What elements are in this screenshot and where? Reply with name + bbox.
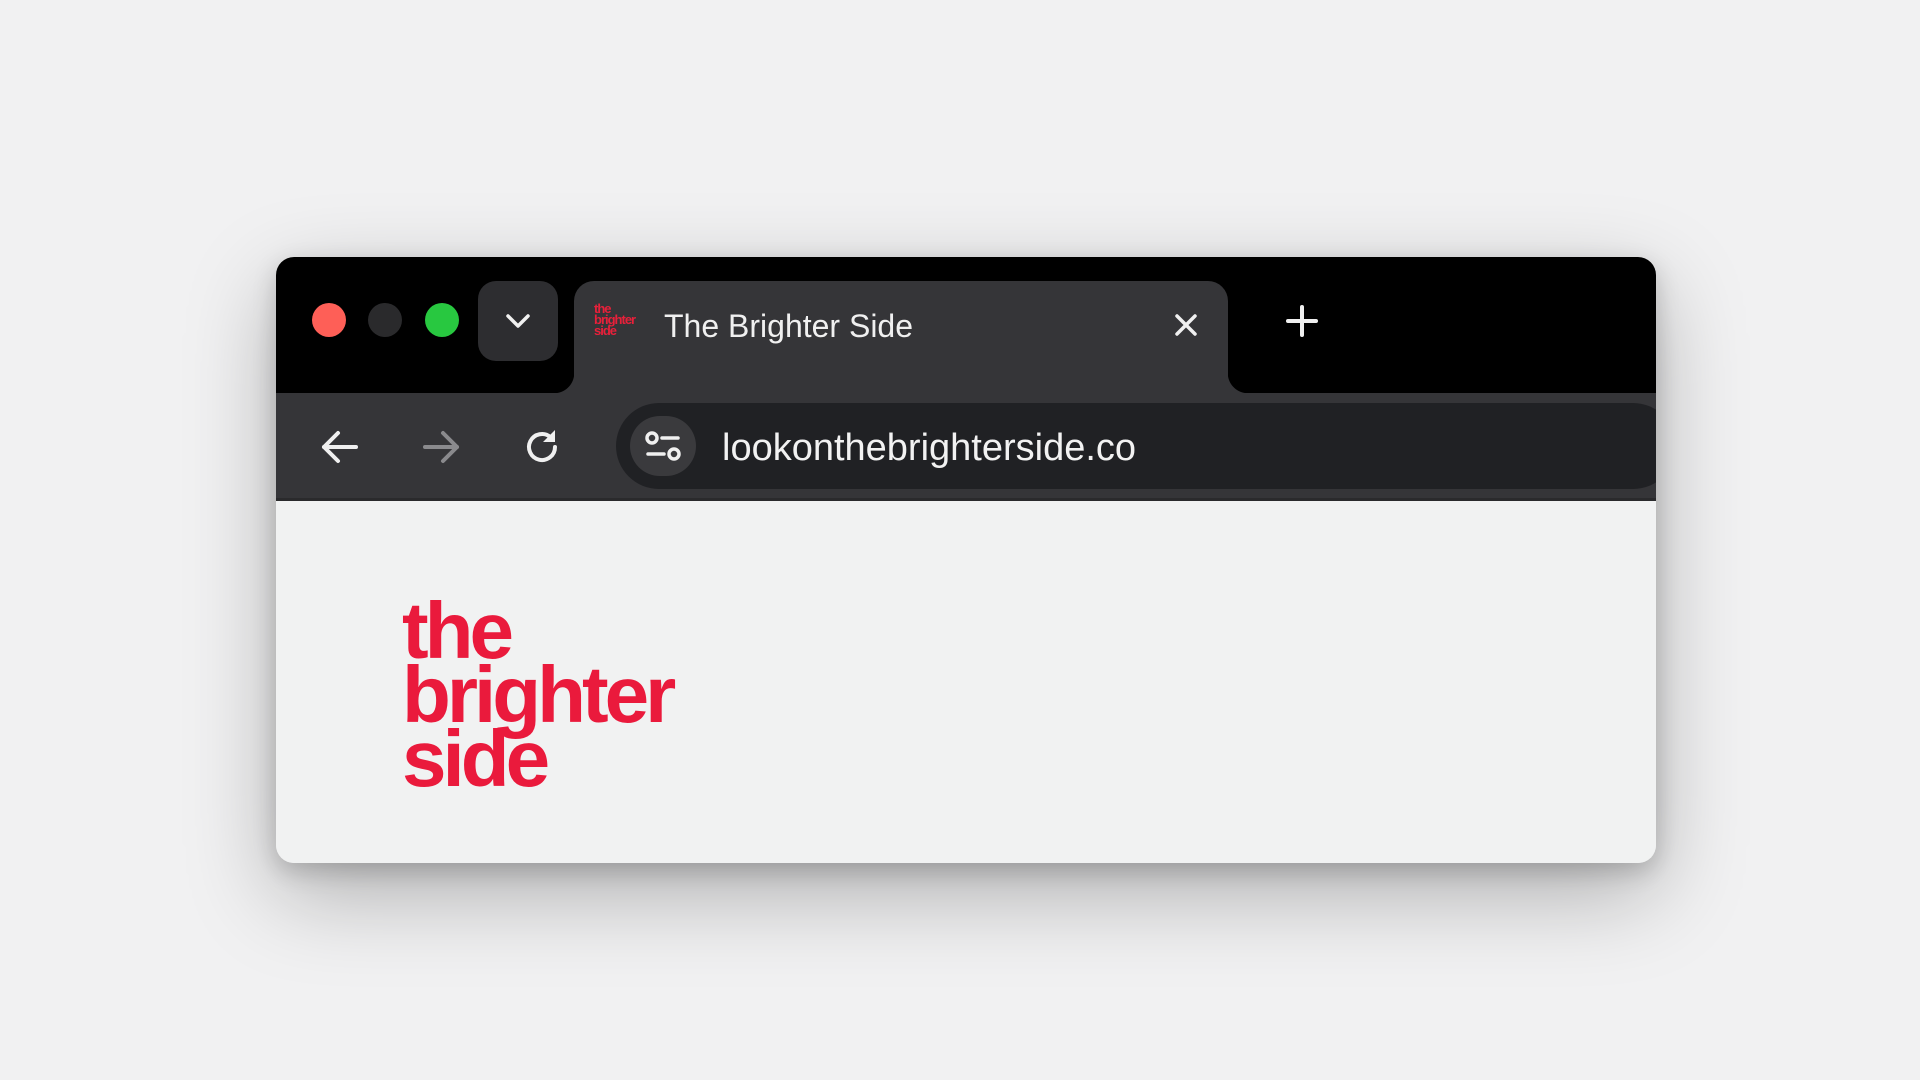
address-bar[interactable]: lookonthebrighterside.co (616, 403, 1656, 489)
tab-search-button[interactable] (478, 281, 558, 361)
arrow-right-icon (423, 431, 459, 463)
tab-title: The Brighter Side (664, 308, 914, 344)
tab-favicon: the brighter side (594, 302, 640, 349)
plus-icon (1286, 305, 1318, 337)
url-text[interactable]: lookonthebrighterside.co (722, 427, 1136, 470)
title-bar: the brighter side The Brighter Side (276, 257, 1656, 393)
minimize-window-button[interactable] (368, 303, 402, 337)
chevron-down-icon (506, 314, 530, 328)
page-content: the brighter side (276, 501, 1656, 863)
close-window-button[interactable] (312, 303, 346, 337)
reload-icon (527, 430, 558, 463)
site-info-button[interactable] (630, 416, 696, 476)
active-tab[interactable]: the brighter side The Brighter Side (554, 281, 1248, 393)
back-button[interactable] (312, 419, 368, 475)
browser-toolbar: lookonthebrighterside.co (276, 393, 1656, 501)
brand-logo[interactable]: the brighter side (402, 591, 676, 799)
new-tab-button[interactable] (1280, 299, 1324, 343)
reload-button[interactable] (514, 419, 570, 475)
close-icon (1175, 314, 1197, 336)
tune-icon (645, 431, 681, 461)
browser-window: the brighter side The Brighter Side look… (276, 257, 1656, 863)
forward-button[interactable] (413, 419, 469, 475)
maximize-window-button[interactable] (425, 303, 459, 337)
close-tab-button[interactable] (1164, 303, 1208, 347)
arrow-left-icon (322, 431, 358, 463)
